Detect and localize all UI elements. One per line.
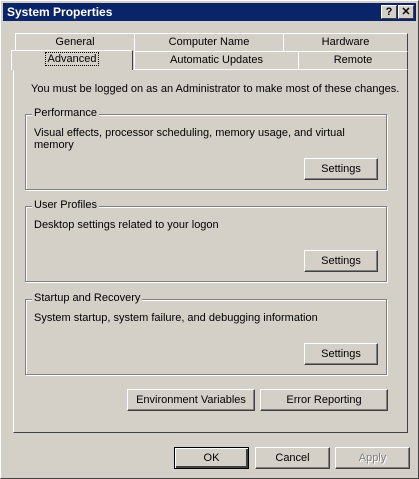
tab-hardware-label: Hardware <box>321 36 370 48</box>
user-profiles-description: Desktop settings related to your logon <box>34 219 219 231</box>
apply-button[interactable]: Apply <box>335 447 410 469</box>
ok-button[interactable]: OK <box>174 447 249 469</box>
tab-advanced[interactable]: Advanced <box>11 50 133 70</box>
startup-recovery-description: System startup, system failure, and debu… <box>34 312 318 324</box>
tab-computer-name-label: Computer Name <box>168 36 250 48</box>
performance-description: Visual effects, processor scheduling, me… <box>34 127 345 151</box>
tab-general[interactable]: General <box>15 33 135 51</box>
close-icon[interactable]: ✕ <box>398 5 414 19</box>
startup-recovery-title: Startup and Recovery <box>32 292 143 304</box>
error-reporting-button[interactable]: Error Reporting <box>260 389 388 411</box>
tab-remote[interactable]: Remote <box>298 51 408 69</box>
window-title: System Properties <box>7 5 113 19</box>
tab-advanced-label: Advanced <box>44 52 100 66</box>
title-bar[interactable]: System Properties ? ✕ <box>3 3 416 21</box>
tab-hardware[interactable]: Hardware <box>283 33 408 51</box>
user-profiles-title: User Profiles <box>32 199 99 211</box>
tab-computer-name[interactable]: Computer Name <box>134 33 284 51</box>
tab-remote-label: Remote <box>333 54 373 66</box>
system-properties-window: System Properties ? ✕ General Computer N… <box>0 0 419 479</box>
tab-general-label: General <box>55 36 95 48</box>
help-button[interactable]: ? <box>381 5 397 19</box>
cancel-button[interactable]: Cancel <box>255 447 330 469</box>
tab-automatic-updates-label: Automatic Updates <box>170 54 263 66</box>
performance-title: Performance <box>32 107 99 119</box>
performance-settings-button[interactable]: Settings <box>304 158 378 180</box>
tab-automatic-updates[interactable]: Automatic Updates <box>134 51 299 69</box>
environment-variables-button[interactable]: Environment Variables <box>127 389 255 411</box>
user-profiles-settings-button[interactable]: Settings <box>304 250 378 272</box>
startup-recovery-settings-button[interactable]: Settings <box>304 343 378 365</box>
admin-notice: You must be logged on as an Administrato… <box>31 83 400 95</box>
